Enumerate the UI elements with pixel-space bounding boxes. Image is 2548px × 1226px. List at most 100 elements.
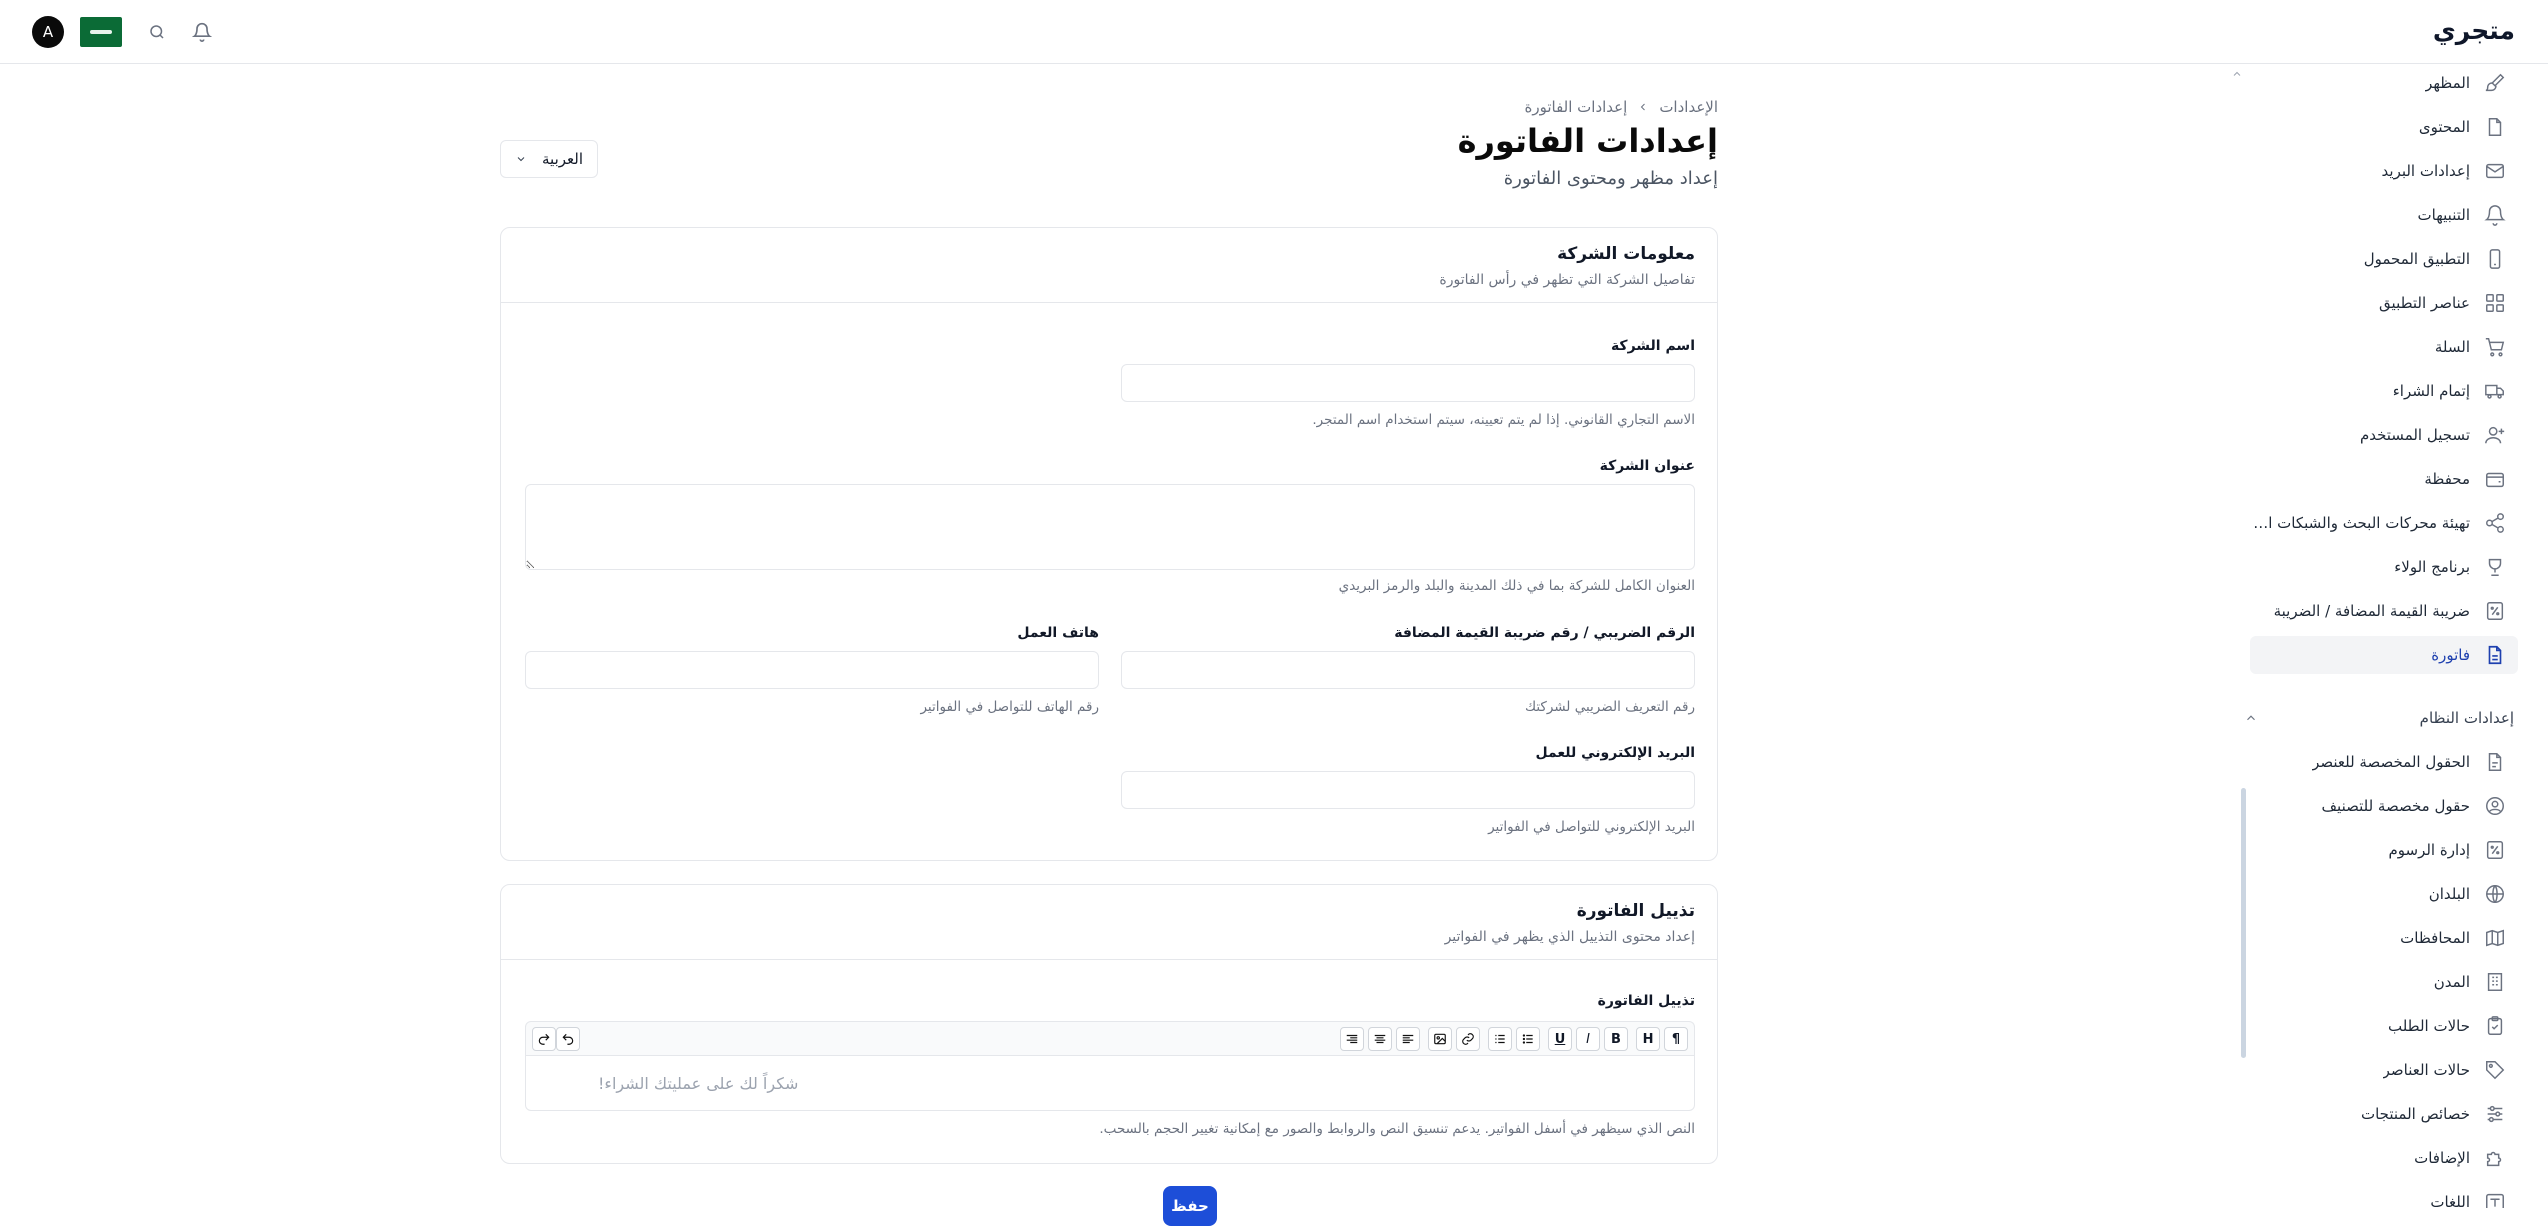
company-name-input[interactable] (1121, 364, 1695, 402)
card-title: تذييل الفاتورة (1576, 901, 1695, 921)
sidebar-section-system[interactable]: إعدادات النظام (2244, 703, 2514, 733)
chevron-up-icon[interactable] (2233, 68, 2243, 80)
tax-number-input[interactable] (1121, 651, 1695, 689)
align-center-icon[interactable] (1368, 1027, 1392, 1051)
heading-button[interactable]: H (1636, 1027, 1660, 1051)
sidebar-item-checkout[interactable]: إتمام الشراء (2250, 372, 2518, 410)
breadcrumb-current: إعدادات الفاتورة (1524, 98, 1628, 116)
chevron-down-icon (515, 153, 527, 165)
language-select[interactable]: العربية (500, 140, 598, 178)
top-bar-actions: A (32, 16, 212, 48)
invoice-icon (2484, 644, 2506, 666)
building-icon (2484, 971, 2506, 993)
italic-button[interactable]: I (1576, 1027, 1600, 1051)
search-icon[interactable] (148, 23, 166, 41)
sidebar-item-content[interactable]: المحتوى (2250, 108, 2518, 146)
footer-editor-label: تذييل الفاتورة (1597, 993, 1695, 1009)
user-plus-icon (2484, 424, 2506, 446)
business-phone-label: هاتف العمل (1017, 625, 1099, 641)
breadcrumb-root[interactable]: الإعدادات (1659, 98, 1718, 116)
sidebar-item-fees[interactable]: إدارة الرسوم (2250, 831, 2518, 869)
tag-icon (2484, 1059, 2506, 1081)
sidebar-item-languages[interactable]: اللغات (2250, 1183, 2518, 1208)
company-name-label: اسم الشركة (1610, 338, 1695, 354)
sidebar-item-seo-social[interactable]: تهيئة محركات البحث والشبكات الاجتما... (2250, 504, 2518, 542)
bullet-list-icon[interactable] (1516, 1027, 1540, 1051)
business-email-label: البريد الإلكتروني للعمل (1535, 745, 1696, 761)
align-left-icon[interactable] (1396, 1027, 1420, 1051)
top-bar: متجري A (0, 0, 2548, 64)
avatar[interactable]: A (32, 16, 64, 48)
sidebar-item-appearance[interactable]: المظهر (2250, 64, 2518, 102)
clipboard-icon (2484, 1015, 2506, 1037)
sidebar-item-order-statuses[interactable]: حالات الطلب (2250, 1007, 2518, 1045)
sidebar-item-app-elements[interactable]: عناصر التطبيق (2250, 284, 2518, 322)
sidebar-item-wallet[interactable]: محفظة (2250, 460, 2518, 498)
company-address-textarea[interactable] (525, 484, 1695, 570)
business-phone-help: رقم الهاتف للتواصل في الفواتير (920, 699, 1099, 715)
sidebar-item-addons[interactable]: الإضافات (2250, 1139, 2518, 1177)
paragraph-button[interactable]: ¶ (1664, 1027, 1688, 1051)
chevron-up-icon (2244, 711, 2258, 725)
sidebar-item-user-registration[interactable]: تسجيل المستخدم (2250, 416, 2518, 454)
sidebar-item-product-attributes[interactable]: خصائص المنتجات (2250, 1095, 2518, 1133)
tax-number-label: الرقم الضريبي / رقم ضريبة القيمة المضافة (1394, 625, 1695, 641)
smartphone-icon (2484, 248, 2506, 270)
image-icon[interactable] (1428, 1027, 1452, 1051)
company-address-label: عنوان الشركة (1599, 458, 1695, 474)
sidebar-item-cart[interactable]: السلة (2250, 328, 2518, 366)
sidebar-item-notifications[interactable]: التنبيهات (2250, 196, 2518, 234)
company-info-card: معلومات الشركة تفاصيل الشركة التي تظهر ف… (500, 227, 1718, 861)
bell-icon[interactable] (192, 22, 212, 42)
breadcrumb: الإعدادات إعدادات الفاتورة (1524, 98, 1718, 116)
footer-editor-help: النص الذي سيظهر في أسفل الفواتير. يدعم ت… (1099, 1121, 1695, 1137)
sidebar-item-item-custom-fields[interactable]: الحقول المخصصة للعنصر (2250, 743, 2518, 781)
sidebar-item-category-custom-fields[interactable]: حقول مخصصة للتصنيف (2250, 787, 2518, 825)
bell-icon (2484, 204, 2506, 226)
sliders-icon (2484, 1103, 2506, 1125)
align-right-icon[interactable] (1340, 1027, 1364, 1051)
undo-icon[interactable] (556, 1027, 580, 1051)
cart-icon (2484, 336, 2506, 358)
numbered-list-icon[interactable] (1488, 1027, 1512, 1051)
invoice-footer-card: تذييل الفاتورة إعداد محتوى التذييل الذي … (500, 884, 1718, 1164)
sidebar-item-vat[interactable]: ضريبة القيمة المضافة / الضريبة (2250, 592, 2518, 630)
grid-icon (2484, 292, 2506, 314)
sidebar-item-invoice[interactable]: فاتورة (2250, 636, 2518, 674)
save-button[interactable]: حفظ (1163, 1186, 1217, 1226)
truck-icon (2484, 380, 2506, 402)
file-text-icon (2484, 751, 2506, 773)
page-title: إعدادات الفاتورة (1457, 122, 1718, 160)
sidebar-item-item-statuses[interactable]: حالات العناصر (2250, 1051, 2518, 1089)
brand-logo[interactable]: متجري (2433, 16, 2515, 45)
card-title: معلومات الشركة (1557, 244, 1695, 264)
sidebar-item-governorates[interactable]: المحافظات (2250, 919, 2518, 957)
sidebar-item-mobile-app[interactable]: التطبيق المحمول (2250, 240, 2518, 278)
sidebar-scrollbar[interactable] (2241, 788, 2246, 1058)
percent-icon (2484, 600, 2506, 622)
link-icon[interactable] (1456, 1027, 1480, 1051)
sidebar-item-cities[interactable]: المدن (2250, 963, 2518, 1001)
sidebar-item-mail-settings[interactable]: إعدادات البريد (2250, 152, 2518, 190)
editor-placeholder: شكراً لك على عمليتك الشراء! (598, 1074, 799, 1093)
puzzle-icon (2484, 1147, 2506, 1169)
file-icon (2484, 116, 2506, 138)
language-icon (2484, 1191, 2506, 1208)
redo-icon[interactable] (532, 1027, 556, 1051)
sidebar-item-countries[interactable]: البلدان (2250, 875, 2518, 913)
underline-button[interactable]: U (1548, 1027, 1572, 1051)
sidebar: المظهر المحتوى إعدادات البريد التنبيهات … (2233, 64, 2548, 1208)
business-phone-input[interactable] (525, 651, 1099, 689)
business-email-input[interactable] (1121, 771, 1695, 809)
saudi-flag-icon[interactable] (80, 17, 122, 47)
card-description: تفاصيل الشركة التي تظهر في رأس الفاتورة (1439, 272, 1695, 288)
bold-button[interactable]: B (1604, 1027, 1628, 1051)
card-description: إعداد محتوى التذييل الذي يظهر في الفواتي… (1444, 929, 1695, 945)
brush-icon (2484, 72, 2506, 94)
percent-icon (2484, 839, 2506, 861)
footer-rich-text-editor[interactable]: شكراً لك على عمليتك الشراء! (525, 1055, 1695, 1111)
sidebar-item-loyalty[interactable]: برنامج الولاء (2250, 548, 2518, 586)
editor-toolbar: ¶ H B I U (525, 1021, 1695, 1055)
tax-number-help: رقم التعريف الضريبي لشركتك (1524, 699, 1695, 715)
card-header: معلومات الشركة تفاصيل الشركة التي تظهر ف… (501, 228, 1717, 303)
